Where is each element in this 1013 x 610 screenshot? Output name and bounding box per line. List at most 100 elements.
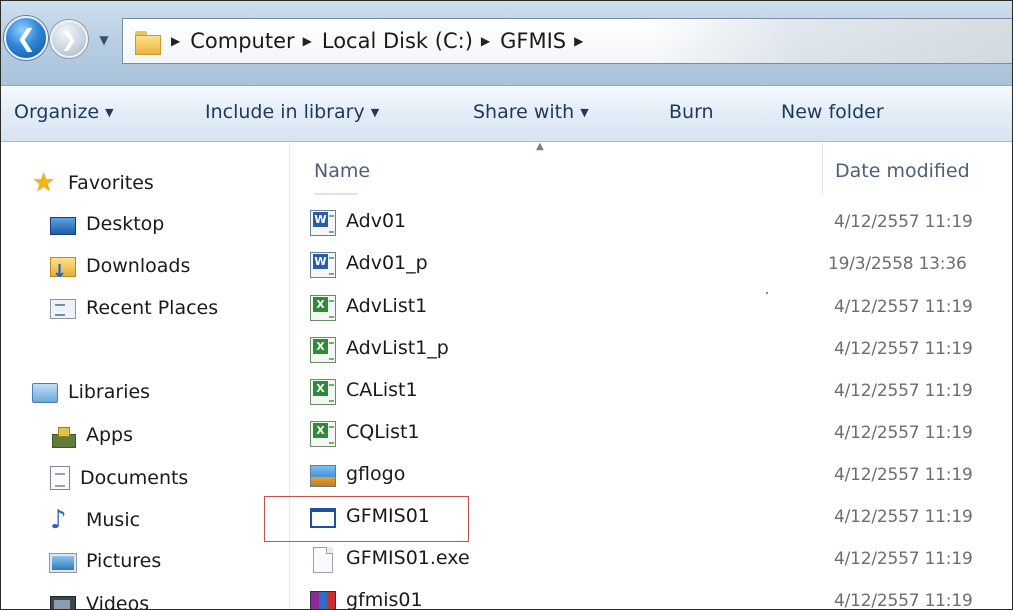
dropdown-caret-icon: ▼ [370,106,380,119]
breadcrumb-separator-icon[interactable]: ▶ [574,34,583,48]
nav-music-label: Music [86,509,141,531]
nav-libraries-label: Libraries [68,381,151,403]
dropdown-caret-icon: ▼ [105,106,114,119]
videos-icon [50,596,76,610]
nav-documents-label: Documents [80,467,189,489]
file-date-modified: 4/12/2557 11:19 [834,212,973,232]
file-name: Adv01 [346,210,407,232]
excel-document-icon [310,295,336,321]
file-row[interactable]: AdvList1 4/12/2557 11:19 [290,287,1013,329]
nav-downloads[interactable]: Downloads [50,255,191,282]
column-header-name[interactable]: Name [314,160,370,182]
breadcrumb-separator-icon[interactable]: ▶ [303,34,312,48]
folder-icon [133,28,163,55]
file-name: AdvList1_p [346,337,449,359]
sort-ascending-icon: ▲ [536,141,544,152]
excel-document-icon [310,421,336,447]
burn-button[interactable]: Burn [669,101,714,123]
address-bar[interactable]: ▶ Computer ▶ Local Disk (C:) ▶ GFMIS ▶ [122,18,1013,64]
nav-favorites-label: Favorites [68,172,154,194]
file-date-modified: 4/12/2557 11:19 [834,591,973,610]
back-arrow-icon[interactable]: ❮ [4,16,48,60]
archive-file-icon [310,591,336,610]
share-with-button[interactable]: Share with ▼ [473,101,589,123]
new-folder-button[interactable]: New folder [781,101,884,123]
file-date-modified: 4/12/2557 11:19 [834,339,973,359]
excel-document-icon [310,337,336,363]
file-date-modified: 19/3/2558 13:36 [828,254,967,274]
nav-pictures[interactable]: Pictures [49,550,162,573]
nav-libraries[interactable]: Libraries [32,381,150,403]
share-with-label: Share with [473,101,575,123]
file-date-modified: 4/12/2557 11:19 [834,549,973,569]
file-date-modified: 4/12/2557 11:19 [834,465,973,485]
column-separator[interactable] [822,143,823,195]
file-row[interactable]: Adv01 4/12/2557 11:19 [290,202,1013,244]
nav-apps-label: Apps [86,424,134,446]
file-date-modified: 4/12/2557 11:19 [834,423,973,443]
star-icon: ★ [32,168,56,198]
file-date-modified: 4/12/2557 11:19 [834,507,973,527]
file-name: gfmis01 [346,589,423,610]
nav-favorites[interactable]: ★ Favorites [32,168,154,198]
command-bar: Organize ▼ Include in library ▼ Share with… [0,86,1013,142]
desktop-icon [50,216,76,235]
file-name: AdvList1 [346,295,428,317]
documents-icon [50,466,70,490]
music-note-icon: ♪ [50,505,67,535]
file-name: CAList1 [346,379,418,401]
file-row[interactable]: GFMIS01.exe 4/12/2557 11:19 [290,539,1013,581]
image-file-icon [310,465,336,487]
blank-file-icon [313,547,333,573]
organize-label: Organize [14,101,100,123]
header-underline [314,193,358,195]
file-name: GFMIS01.exe [346,547,470,569]
chevron-down-icon[interactable]: ▼ [93,28,115,52]
highlight-annotation-box [264,496,469,542]
word-document-icon [310,252,336,278]
pictures-icon [49,552,77,573]
navigation-pane: ★ Favorites Desktop Downloads Recent Pla… [0,143,289,610]
dropdown-caret-icon: ▼ [580,106,589,119]
breadcrumb-separator-icon[interactable]: ▶ [171,34,180,48]
nav-desktop-label: Desktop [86,213,165,235]
file-date-modified: 4/12/2557 11:19 [834,297,973,317]
include-in-library-button[interactable]: Include in library ▼ [205,101,379,123]
breadcrumb-separator-icon[interactable]: ▶ [481,34,490,48]
forward-arrow-icon[interactable]: ❯ [50,20,88,58]
nav-recent-places[interactable]: Recent Places [50,297,218,319]
organize-button[interactable]: Organize ▼ [14,101,114,123]
nav-videos[interactable]: Videos [50,592,149,610]
file-name: Adv01_p [346,252,428,274]
nav-downloads-label: Downloads [86,255,191,277]
nav-pictures-label: Pictures [86,550,162,572]
file-row[interactable]: AdvList1_p 4/12/2557 11:19 [290,329,1013,371]
file-row[interactable]: gfmis01 4/12/2557 11:19 [290,581,1013,610]
excel-document-icon [310,379,336,405]
file-row[interactable]: CQList1 4/12/2557 11:19 [290,413,1013,455]
address-toolbar: ❮ ❯ ▼ ▶ Computer ▶ Local Disk (C:) ▶ GFM… [0,0,1013,86]
breadcrumb-computer[interactable]: Computer [190,29,294,53]
file-row[interactable]: gflogo 4/12/2557 11:19 [290,455,1013,497]
address-bar-glare [653,19,1013,63]
libraries-icon [32,383,58,403]
nav-music[interactable]: ♪ Music [50,505,141,535]
file-row[interactable]: Adv01_p 19/3/2558 13:36 [290,244,1013,286]
apps-icon [50,426,76,448]
word-document-icon [310,210,336,236]
breadcrumb-gfmis[interactable]: GFMIS [500,29,566,53]
file-row[interactable]: CAList1 4/12/2557 11:19 [290,371,1013,413]
nav-documents[interactable]: Documents [50,466,188,490]
column-header-date-modified[interactable]: Date modified [835,160,970,182]
stray-dot [766,292,768,294]
nav-apps[interactable]: Apps [50,424,134,448]
downloads-icon [50,257,76,282]
file-date-modified: 4/12/2557 11:19 [834,381,973,401]
recent-places-icon [50,299,76,319]
breadcrumb-local-disk[interactable]: Local Disk (C:) [322,29,473,53]
nav-desktop[interactable]: Desktop [50,213,164,235]
nav-videos-label: Videos [86,593,150,610]
include-in-library-label: Include in library [205,101,365,123]
file-name: CQList1 [346,421,420,443]
file-name: gflogo [346,463,406,485]
